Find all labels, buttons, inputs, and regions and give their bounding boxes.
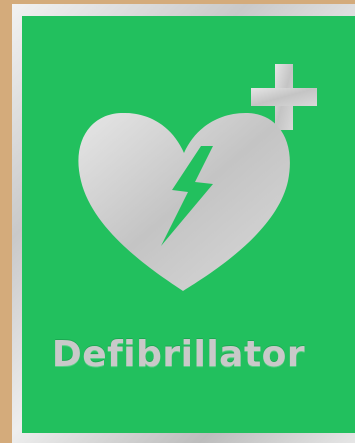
sign-label: Defibrillator <box>51 334 306 375</box>
defibrillator-sign: Defibrillator <box>22 16 355 433</box>
